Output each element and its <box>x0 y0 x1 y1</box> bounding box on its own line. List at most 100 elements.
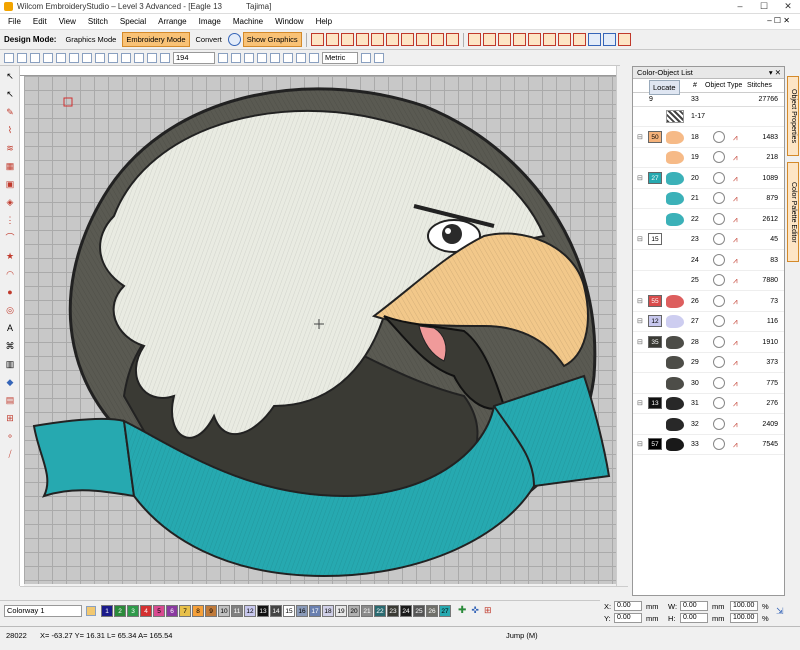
scale-x-field[interactable]: 100.00 <box>730 601 758 611</box>
hoop-icon[interactable] <box>270 52 280 63</box>
menu-view[interactable]: View <box>53 17 82 26</box>
sequin-tool-icon[interactable]: ⚬ <box>4 430 16 442</box>
color-chip[interactable]: 57 <box>648 438 662 450</box>
stamp-icon[interactable]: ⊞ <box>4 412 16 424</box>
color-swatch[interactable]: 24 <box>400 604 412 617</box>
scale-y-field[interactable]: 100.00 <box>730 613 758 623</box>
contour-icon[interactable] <box>355 33 369 46</box>
object-row[interactable]: 22 ⩘ 2612 <box>633 210 784 230</box>
color-swatch[interactable]: 26 <box>426 604 438 617</box>
cycle-icon[interactable]: ✜ <box>471 605 479 616</box>
color-swatch[interactable]: 17 <box>309 604 321 617</box>
complex-fill-icon[interactable]: ▣ <box>4 178 16 190</box>
stipple-icon[interactable] <box>400 33 414 46</box>
ring-icon[interactable]: ◎ <box>4 304 16 316</box>
object-row[interactable]: ⊟ 15 23 ⩘ 45 <box>633 230 784 250</box>
dropdown-icon[interactable] <box>361 52 371 63</box>
expand-icon[interactable]: ⊟ <box>637 235 643 243</box>
object-row[interactable]: ⊟ 27 20 ⩘ 1089 <box>633 169 784 189</box>
tru-view-icon[interactable] <box>587 33 601 46</box>
color-swatch[interactable]: 13 <box>257 604 269 617</box>
stitch-player-icon[interactable] <box>296 52 306 63</box>
color-swatch[interactable]: 1 <box>101 604 113 617</box>
circle-icon[interactable]: ● <box>4 286 16 298</box>
object-row[interactable]: ⊟ 57 33 ⩘ 7545 <box>633 435 784 455</box>
expand-icon[interactable]: ⊟ <box>637 317 643 325</box>
menu-image[interactable]: Image <box>193 17 227 26</box>
motif-fill-icon[interactable] <box>370 33 384 46</box>
view-outlines-icon[interactable] <box>482 33 496 46</box>
panel-pin-close-icon[interactable]: ▾ ✕ <box>769 67 781 79</box>
color-swatch[interactable]: 23 <box>387 604 399 617</box>
color-chip[interactable]: 12 <box>648 315 662 327</box>
units-select[interactable]: Metric <box>322 51 358 64</box>
object-row[interactable]: 30 ⩘ 775 <box>633 374 784 394</box>
menu-special[interactable]: Special <box>114 17 152 26</box>
w-field[interactable]: 0.00 <box>680 601 708 611</box>
measure-icon[interactable] <box>244 52 254 63</box>
zoom-fit-icon[interactable] <box>218 52 228 63</box>
bezier-icon[interactable]: ⌒ <box>4 232 16 244</box>
object-row[interactable]: 21 ⩘ 879 <box>633 189 784 209</box>
node-edit-icon[interactable]: ⋮ <box>4 214 16 226</box>
fill-icon[interactable]: ▦ <box>4 160 16 172</box>
menu-machine[interactable]: Machine <box>227 17 269 26</box>
color-swatch[interactable]: 7 <box>179 604 191 617</box>
reshape-icon[interactable]: ↖ <box>4 88 16 100</box>
3d-icon[interactable] <box>602 33 616 46</box>
star-icon[interactable]: ★ <box>4 250 16 262</box>
thread-chart-icon[interactable]: ⊞ <box>484 605 492 616</box>
cross-stitch-icon[interactable] <box>415 33 429 46</box>
menu-edit[interactable]: Edit <box>27 17 53 26</box>
object-row[interactable]: 29 ⩘ 373 <box>633 353 784 373</box>
print-icon[interactable] <box>43 52 53 63</box>
tab-object-properties[interactable]: Object Properties <box>787 76 799 156</box>
zoom-out-icon[interactable] <box>147 52 157 63</box>
redo-icon[interactable] <box>121 52 131 63</box>
expand-icon[interactable]: ⊟ <box>637 133 643 141</box>
view-needle-points-icon[interactable] <box>512 33 526 46</box>
arc-icon[interactable]: ◠ <box>4 268 16 280</box>
color-swatch[interactable]: 16 <box>296 604 308 617</box>
color-chip[interactable]: 55 <box>648 294 662 307</box>
slow-redraw-icon[interactable] <box>283 52 293 63</box>
raised-satin-icon[interactable] <box>445 33 459 46</box>
minimize-button[interactable]: – <box>728 0 752 14</box>
close-button[interactable]: ✕ <box>776 0 800 14</box>
paste-icon[interactable] <box>95 52 105 63</box>
monogram-icon[interactable]: ▥ <box>4 358 16 370</box>
color-chip[interactable]: 27 <box>648 171 662 184</box>
object-row[interactable]: 25 ⩘ 7880 <box>633 271 784 291</box>
new-icon[interactable] <box>4 52 14 63</box>
maximize-button[interactable]: ☐ <box>752 0 776 14</box>
menu-help[interactable]: Help <box>310 17 338 26</box>
menu-window[interactable]: Window <box>269 17 309 26</box>
grid-icon[interactable] <box>257 52 267 63</box>
save-icon[interactable] <box>30 52 40 63</box>
open-icon[interactable] <box>17 52 27 63</box>
view-bitmap-icon[interactable] <box>542 33 556 46</box>
expand-icon[interactable]: ⊟ <box>637 338 643 346</box>
object-row[interactable]: ⊟ 35 28 ⩘ 1910 <box>633 333 784 353</box>
colorway-select[interactable]: Colorway 1 <box>4 604 82 617</box>
team-names-icon[interactable]: ⌘ <box>4 340 16 352</box>
color-swatch[interactable]: 6 <box>166 604 178 617</box>
object-row[interactable]: ⊟ 50 18 ⩘ 1483 <box>633 128 784 148</box>
view-connectors-icon[interactable] <box>497 33 511 46</box>
design-canvas[interactable] <box>24 76 616 584</box>
color-swatch[interactable]: 5 <box>153 604 165 617</box>
object-row[interactable]: ⊟ 12 27 ⩘ 116 <box>633 312 784 332</box>
cut-icon[interactable] <box>69 52 79 63</box>
colorway-icon[interactable] <box>86 605 96 616</box>
lock-proportions-icon[interactable]: ⇲ <box>776 606 784 617</box>
zoom-in-icon[interactable] <box>134 52 144 63</box>
color-swatch[interactable]: 4 <box>140 604 152 617</box>
view-stitches-icon[interactable] <box>467 33 481 46</box>
y-field[interactable]: 0.00 <box>614 613 642 623</box>
convert-button[interactable]: Convert <box>192 32 226 47</box>
globe-icon[interactable] <box>227 33 241 46</box>
pattern-fill-icon[interactable] <box>340 33 354 46</box>
expand-icon[interactable]: ⊟ <box>637 297 643 305</box>
object-row[interactable]: 24 ⩘ 83 <box>633 251 784 271</box>
appliqué-icon[interactable]: ▤ <box>4 394 16 406</box>
